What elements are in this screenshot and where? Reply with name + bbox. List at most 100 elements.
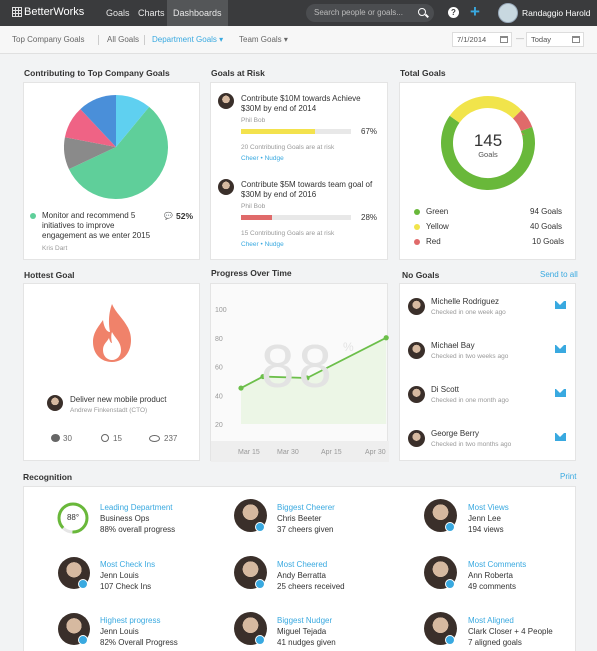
cheer-icon [101,434,109,442]
recognition-winner[interactable]: Miguel Tejada [277,627,326,636]
mail-icon[interactable] [555,301,566,309]
recognition-stat: 82% Overall Progress [100,638,178,647]
no-goals-card: Michelle Rodriguez Checked in one week a… [399,283,576,461]
progress-over-time-title: Progress Over Time [211,268,292,278]
date-to-field[interactable]: Today [526,32,584,47]
mail-icon[interactable] [555,389,566,397]
recognition-stat: 37 cheers given [277,525,334,534]
date-to-value: Today [531,35,552,44]
nav-dashboards[interactable]: Dashboards [167,0,228,26]
total-goals-title: Total Goals [400,68,446,78]
person-status: Checked in two weeks ago [431,353,509,360]
date-from-value: 7/1/2014 [457,35,487,44]
print-link[interactable]: Print [560,472,576,481]
avatar [218,93,234,109]
tab-department-goals[interactable]: Department Goals ▾ [152,26,223,54]
hottest-goal-card: Deliver new mobile product Andrew Finken… [23,283,200,461]
nav-goals[interactable]: Goals [100,0,136,26]
recognition-winner[interactable]: Jenn Louis [100,627,139,636]
checkin-badge-icon [78,579,88,589]
tab-top-company-goals[interactable]: Top Company Goals [12,26,84,54]
chevron-down-icon: ▾ [283,35,288,44]
comment-icon: 💬 [164,213,173,220]
recognition-category: Most Comments [468,560,527,569]
cheer-count: 15 [113,434,122,443]
risk-goal-percent: 28% [361,213,378,222]
recognition-winner[interactable]: Andy Berratta [277,571,326,580]
hottest-goal-text[interactable]: Deliver new mobile product [70,395,167,405]
search-icon[interactable] [418,8,426,16]
y-tick-label: 60 [215,365,223,372]
person-name[interactable]: George Berry [431,429,479,439]
recognition-stat: 107 Check Ins [100,582,152,591]
person-name[interactable]: Michelle Rodriguez [431,297,499,307]
recognition-winner[interactable]: Ann Roberta [468,571,513,580]
x-tick-label: Apr 15 [321,449,342,456]
search-input[interactable]: Search people or goals... [306,4,434,22]
date-separator: — [516,34,524,43]
risk-goal-percent: 67% [361,127,378,136]
recognition-winner[interactable]: Jenn Louis [100,571,139,580]
contribution-pie-chart[interactable] [61,92,171,202]
person-status: Checked in two months ago [431,441,512,448]
flame-icon [93,304,131,362]
divider [144,35,145,45]
tab-team-goals[interactable]: Team Goals ▾ [239,26,288,54]
calendar-icon[interactable] [572,36,580,43]
recognition-winner[interactable]: Clark Closer + 4 People [468,627,553,636]
status-dot [30,213,36,219]
legend-label: Green [426,207,449,216]
risk-goal-text[interactable]: Contribute $10M towards Achieve $30M by … [241,94,381,114]
mail-icon[interactable] [555,345,566,353]
search-placeholder: Search people or goals... [314,8,403,17]
recognition-category: Most Views [468,503,509,512]
person-name[interactable]: Michael Bay [431,341,475,351]
date-from-field[interactable]: 7/1/2014 [452,32,512,47]
tab-label: Team Goals [239,35,282,44]
cheer-nudge-link[interactable]: Cheer • Nudge [241,155,284,162]
betterworks-logo[interactable]: BetterWorks [12,6,84,18]
x-tick-label: Mar 15 [238,449,260,456]
progress-fill [241,129,315,134]
recognition-category: Most Cheered [277,560,328,569]
filter-bar: Top Company Goals All Goals Department G… [0,26,597,54]
legend-value: 10 Goals [532,237,565,246]
risk-goal-text[interactable]: Contribute $5M towards team goal of $30M… [241,180,381,200]
recognition-stat: 49 comments [468,582,517,591]
recognition-stat: 194 views [468,525,504,534]
mail-icon[interactable] [555,433,566,441]
cheer-badge-icon [255,522,265,532]
risk-progress-bar [241,215,351,220]
recognition-winner[interactable]: Chris Beeter [277,514,321,523]
user-name: Randaggio Harold [522,8,591,18]
recognition-category: Leading Department [100,503,173,512]
legend-dot-yellow [414,224,420,230]
legend-label: Yellow [426,222,449,231]
contributing-goal-text[interactable]: Monitor and recommend 5 initiatives to i… [42,211,157,241]
total-goals-count-label: Goals [478,150,498,159]
recognition-category: Biggest Nudger [277,616,333,625]
person-name[interactable]: Di Scott [431,385,459,395]
recognition-winner[interactable]: Jenn Lee [468,514,501,523]
recognition-winner[interactable]: Business Ops [100,514,149,523]
risk-goal-owner: Phil Bob [241,117,266,124]
y-tick-label: 80 [215,336,223,343]
no-goals-title: No Goals [402,270,440,280]
recognition-category: Most Aligned [468,616,514,625]
help-icon[interactable]: ? [448,7,459,18]
contributing-card: Monitor and recommend 5 initiatives to i… [23,82,200,260]
nav-charts[interactable]: Charts [132,0,171,26]
x-tick-label: Apr 30 [365,449,386,456]
send-to-all-link[interactable]: Send to all [540,270,578,279]
add-icon[interactable]: + [470,2,480,22]
calendar-icon[interactable] [500,36,508,43]
contributing-goal-owner: Kris Dart [42,245,68,252]
avatar[interactable] [498,3,518,23]
tab-all-goals[interactable]: All Goals [107,26,139,54]
cheer-nudge-link[interactable]: Cheer • Nudge [241,241,284,248]
x-tick-label: Mar 30 [277,449,299,456]
contributing-title: Contributing to Top Company Goals [24,68,170,78]
eye-icon [149,435,160,442]
recognition-stat: 25 cheers received [277,582,345,591]
avatar [408,386,425,403]
